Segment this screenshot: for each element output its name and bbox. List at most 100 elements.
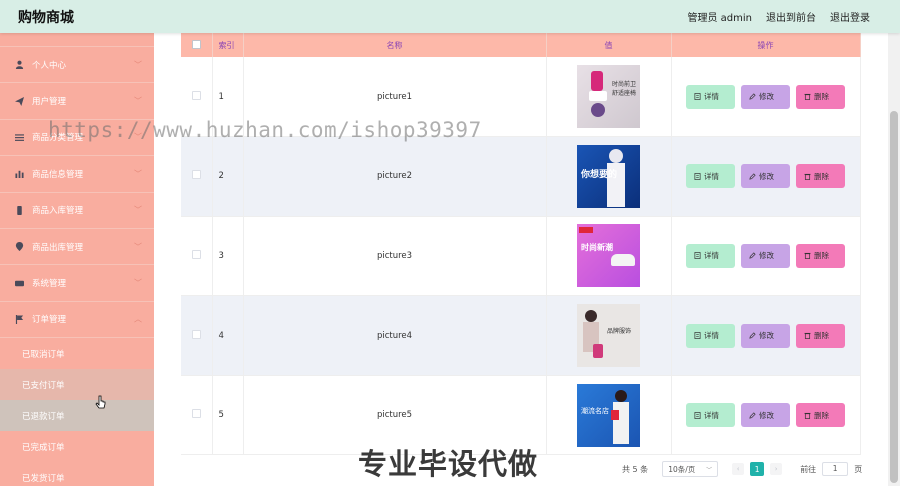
detail-label: 详情	[704, 92, 719, 102]
sidebar: 个人中心 ﹀ 用户管理 ﹀ 商品分类管理 ﹀ 商品信息管理 ﹀ 商品入库管理 ﹀…	[0, 33, 154, 486]
detail-button[interactable]: 详情	[686, 323, 735, 348]
submenu-cancelled-orders[interactable]: 已取消订单	[0, 338, 154, 369]
row-checkbox[interactable]	[191, 90, 201, 100]
row-checkbox[interactable]	[191, 170, 201, 180]
detail-label: 详情	[704, 410, 719, 420]
data-table: 索引 名称 值 操作 1 picture1 时尚前卫舒适座椅 详情 修改 删除 …	[181, 33, 861, 456]
chevron-down-icon: ﹀	[134, 205, 142, 215]
edit-button[interactable]: 修改	[741, 323, 790, 348]
row-ops: 详情 修改 删除	[671, 216, 861, 297]
sidebar-item-system[interactable]: 系统管理 ﹀	[0, 265, 154, 302]
detail-label: 详情	[704, 171, 719, 181]
sidebar-top-stub	[0, 33, 154, 47]
sidebar-item-stock-in[interactable]: 商品入库管理 ﹀	[0, 193, 154, 229]
delete-label: 删除	[814, 171, 829, 181]
row-name: picture2	[243, 136, 547, 217]
edit-button[interactable]: 修改	[741, 164, 790, 189]
document-icon	[694, 252, 701, 260]
sidebar-item-personal[interactable]: 个人中心 ﹀	[0, 47, 154, 84]
chevron-down-icon: ﹀	[134, 96, 142, 106]
vertical-scrollbar[interactable]	[888, 33, 900, 486]
sidebar-item-stock-out[interactable]: 商品出库管理 ﹀	[0, 229, 154, 266]
next-page-button[interactable]: ›	[770, 463, 783, 475]
edit-button[interactable]: 修改	[741, 243, 790, 268]
edit-button[interactable]: 修改	[741, 403, 790, 428]
delete-button[interactable]: 删除	[796, 243, 845, 268]
detail-button[interactable]: 详情	[686, 243, 735, 268]
delete-label: 删除	[814, 251, 829, 261]
sidebar-item-category[interactable]: 商品分类管理 ﹀	[0, 120, 154, 157]
select-all-checkbox[interactable]	[191, 39, 201, 49]
admin-label: 管理员 admin	[687, 13, 752, 24]
table-row: 4 picture4 品牌服饰 详情 修改 删除	[181, 295, 861, 376]
sidebar-item-label: 系统管理	[32, 279, 67, 290]
submenu-refunded-orders[interactable]: 已退款订单	[0, 400, 154, 432]
delete-button[interactable]: 删除	[796, 403, 845, 428]
bar-chart-icon	[12, 169, 26, 179]
row-index: 3	[212, 216, 244, 297]
pencil-icon	[749, 332, 756, 339]
detail-button[interactable]: 详情	[686, 84, 735, 109]
row-index: 1	[212, 57, 244, 138]
row-ops: 详情 修改 删除	[671, 295, 861, 376]
table-header-row: 索引 名称 值 操作	[181, 33, 861, 57]
sidebar-item-goods-info[interactable]: 商品信息管理 ﹀	[0, 156, 154, 193]
row-index: 2	[212, 136, 244, 217]
front-link[interactable]: 退出到前台	[766, 9, 816, 24]
detail-button[interactable]: 详情	[686, 403, 735, 428]
trash-icon	[804, 253, 811, 260]
page-number-current[interactable]: 1	[750, 462, 765, 476]
page-size-select[interactable]: 10条/页 ﹀	[662, 461, 719, 477]
detail-button[interactable]: 详情	[686, 164, 735, 189]
edit-label: 修改	[759, 251, 774, 261]
logout-link[interactable]: 退出登录	[830, 9, 870, 24]
submenu-paid-orders[interactable]: 已支付订单	[0, 369, 154, 401]
ticket-icon	[12, 279, 26, 288]
product-thumbnail[interactable]: 你想要的	[577, 144, 640, 208]
pencil-icon	[749, 93, 756, 100]
sidebar-item-label: 商品信息管理	[32, 169, 84, 180]
header-ops: 操作	[671, 33, 861, 57]
thumb-caption: 时尚新潮	[581, 243, 613, 253]
chevron-down-icon: ﹀	[134, 60, 142, 70]
product-thumbnail[interactable]: 潮流名店	[577, 383, 640, 447]
delete-label: 删除	[814, 92, 829, 102]
row-name: picture5	[243, 375, 547, 456]
trash-icon	[804, 333, 811, 339]
delete-button[interactable]: 删除	[796, 164, 845, 189]
product-thumbnail[interactable]: 时尚新潮	[577, 224, 640, 288]
row-ops: 详情 修改 删除	[671, 375, 861, 456]
delete-button[interactable]: 删除	[796, 323, 845, 348]
sidebar-item-orders[interactable]: 订单管理 ︿	[0, 302, 154, 339]
table-row: 3 picture3 时尚新潮 详情 修改 删除	[181, 216, 861, 297]
select-all-cell	[181, 33, 213, 57]
row-checkbox[interactable]	[191, 249, 201, 259]
table-row: 2 picture2 你想要的 详情 修改 删除	[181, 136, 861, 217]
row-check-cell	[181, 216, 213, 297]
pencil-icon	[749, 412, 756, 419]
thumb-caption: 你想要的	[581, 169, 618, 180]
phone-icon	[12, 205, 26, 215]
row-name: picture3	[243, 216, 547, 297]
submenu-completed-orders[interactable]: 已完成订单	[0, 431, 154, 462]
row-checkbox[interactable]	[191, 329, 201, 339]
main-content: 索引 名称 值 操作 1 picture1 时尚前卫舒适座椅 详情 修改 删除 …	[154, 33, 888, 486]
detail-label: 详情	[704, 331, 719, 341]
product-thumbnail[interactable]: 品牌服饰	[577, 304, 640, 368]
prev-page-button[interactable]: ‹	[732, 463, 745, 475]
page-unit-label: 页	[854, 464, 863, 474]
trash-icon	[804, 94, 811, 100]
product-thumbnail[interactable]: 时尚前卫舒适座椅	[577, 65, 640, 129]
sidebar-item-users[interactable]: 用户管理 ﹀	[0, 83, 154, 120]
row-checkbox[interactable]	[191, 409, 201, 419]
row-image-cell: 时尚新潮	[546, 216, 672, 297]
row-check-cell	[181, 375, 213, 456]
header-name[interactable]: 名称	[243, 33, 547, 57]
scrollbar-thumb[interactable]	[890, 111, 898, 483]
goto-page-input[interactable]: 1	[822, 462, 849, 476]
delete-button[interactable]: 删除	[796, 84, 845, 109]
submenu-shipped-orders[interactable]: 已发货订单	[0, 462, 154, 486]
edit-button[interactable]: 修改	[741, 84, 790, 109]
page-size-value: 10条/页	[668, 464, 696, 474]
header-value[interactable]: 值	[546, 33, 672, 57]
